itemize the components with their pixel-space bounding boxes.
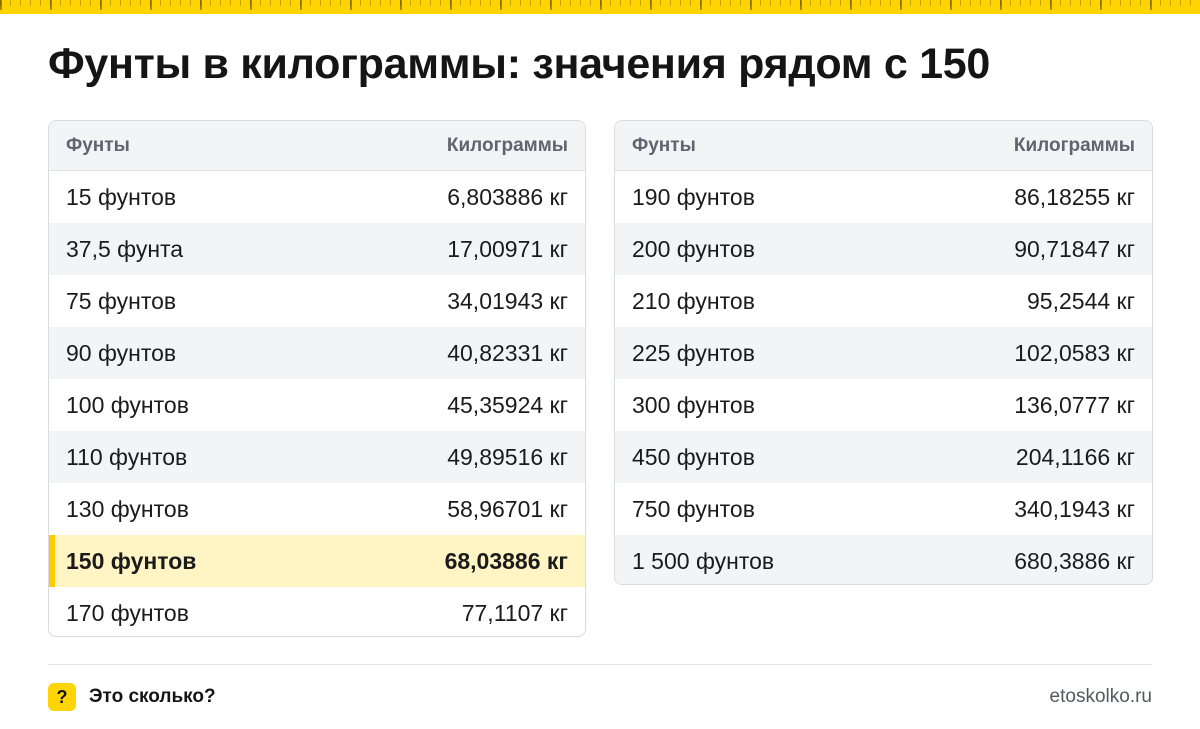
cell-pounds: 200 фунтов xyxy=(632,235,755,262)
table-row: 200 фунтов 90,71847 кг xyxy=(615,223,1152,275)
table-header: Фунты Килограммы xyxy=(615,121,1152,171)
cell-pounds: 100 фунтов xyxy=(66,391,189,418)
header-kilograms: Килограммы xyxy=(446,134,568,156)
cell-pounds: 190 фунтов xyxy=(632,183,755,210)
cell-kilograms: 6,803886 кг xyxy=(447,183,568,210)
footer-divider xyxy=(48,664,1152,665)
table-row: 130 фунтов 58,96701 кг xyxy=(49,483,585,535)
cell-kilograms: 45,35924 кг xyxy=(447,391,568,418)
cell-kilograms: 49,89516 кг xyxy=(447,443,568,470)
cell-kilograms: 90,71847 кг xyxy=(1014,235,1135,262)
cell-pounds: 210 фунтов xyxy=(632,287,755,314)
cell-pounds: 90 фунтов xyxy=(66,339,177,366)
cell-pounds: 1 500 фунтов xyxy=(632,547,775,574)
site-link[interactable]: etoskolko.ru xyxy=(1050,686,1152,708)
cell-pounds: 15 фунтов xyxy=(66,183,177,210)
question-mark-icon: ? xyxy=(48,683,76,711)
cell-kilograms: 40,82331 кг xyxy=(447,339,568,366)
table-row: 1 500 фунтов 680,3886 кг xyxy=(615,535,1152,584)
header-kilograms: Килограммы xyxy=(1013,134,1135,156)
table-row: 210 фунтов 95,2544 кг xyxy=(615,275,1152,327)
cell-pounds: 75 фунтов xyxy=(66,287,177,314)
table-row: 750 фунтов 340,1943 кг xyxy=(615,483,1152,535)
conversion-table-left: Фунты Килограммы 15 фунтов 6,803886 кг 37,… xyxy=(48,120,586,637)
cell-kilograms: 86,18255 кг xyxy=(1014,183,1135,210)
table-row: 75 фунтов 34,01943 кг xyxy=(49,275,585,327)
table-row: 110 фунтов 49,89516 кг xyxy=(49,431,585,483)
table-header: Фунты Килограммы xyxy=(49,121,585,171)
table-row: 450 фунтов 204,1166 кг xyxy=(615,431,1152,483)
header-pounds: Фунты xyxy=(66,134,130,156)
table-row: 190 фунтов 86,18255 кг xyxy=(615,171,1152,223)
table-body-right: 190 фунтов 86,18255 кг 200 фунтов 90,71847 … xyxy=(615,171,1152,584)
page-title: Фунты в килограммы: значения рядом с 150 xyxy=(48,40,991,88)
ruler-stripe xyxy=(0,0,1200,14)
table-row: 15 фунтов 6,803886 кг xyxy=(49,171,585,223)
cell-pounds: 37,5 фунта xyxy=(66,235,184,262)
header-pounds: Фунты xyxy=(632,134,696,156)
cell-kilograms: 77,1107 кг xyxy=(461,599,568,626)
cell-kilograms: 340,1943 кг xyxy=(1014,495,1135,522)
table-row: 100 фунтов 45,35924 кг xyxy=(49,379,585,431)
cell-pounds: 130 фунтов xyxy=(66,495,189,522)
cell-pounds: 450 фунтов xyxy=(632,443,755,470)
cell-kilograms: 102,0583 кг xyxy=(1014,339,1135,366)
table-row: 300 фунтов 136,0777 кг xyxy=(615,379,1152,431)
cell-kilograms: 17,00971 кг xyxy=(447,235,568,262)
table-row: 37,5 фунта 17,00971 кг xyxy=(49,223,585,275)
conversion-table-right: Фунты Килограммы 190 фунтов 86,18255 кг 20… xyxy=(614,120,1153,585)
cell-pounds: 300 фунтов xyxy=(632,391,755,418)
table-row: 225 фунтов 102,0583 кг xyxy=(615,327,1152,379)
cell-pounds: 225 фунтов xyxy=(632,339,755,366)
cell-kilograms: 34,01943 кг xyxy=(447,287,568,314)
table-row: 90 фунтов 40,82331 кг xyxy=(49,327,585,379)
cell-kilograms: 204,1166 кг xyxy=(1015,443,1135,470)
table-body-left: 15 фунтов 6,803886 кг 37,5 фунта 17,00971 к… xyxy=(49,171,585,636)
cell-pounds: 750 фунтов xyxy=(632,495,755,522)
cell-kilograms: 68,03886 кг xyxy=(444,547,568,574)
cell-pounds: 170 фунтов xyxy=(66,599,189,626)
table-row-highlighted: 150 фунтов 68,03886 кг xyxy=(49,535,585,587)
table-row: 170 фунтов 77,1107 кг xyxy=(49,587,585,636)
cell-pounds: 150 фунтов xyxy=(66,547,197,574)
cell-kilograms: 680,3886 кг xyxy=(1014,547,1135,574)
cell-kilograms: 95,2544 кг xyxy=(1027,287,1135,314)
brand-name: Это сколько? xyxy=(89,686,216,707)
cell-pounds: 110 фунтов xyxy=(66,443,188,470)
cell-kilograms: 136,0777 кг xyxy=(1014,391,1135,418)
cell-kilograms: 58,96701 кг xyxy=(447,495,568,522)
